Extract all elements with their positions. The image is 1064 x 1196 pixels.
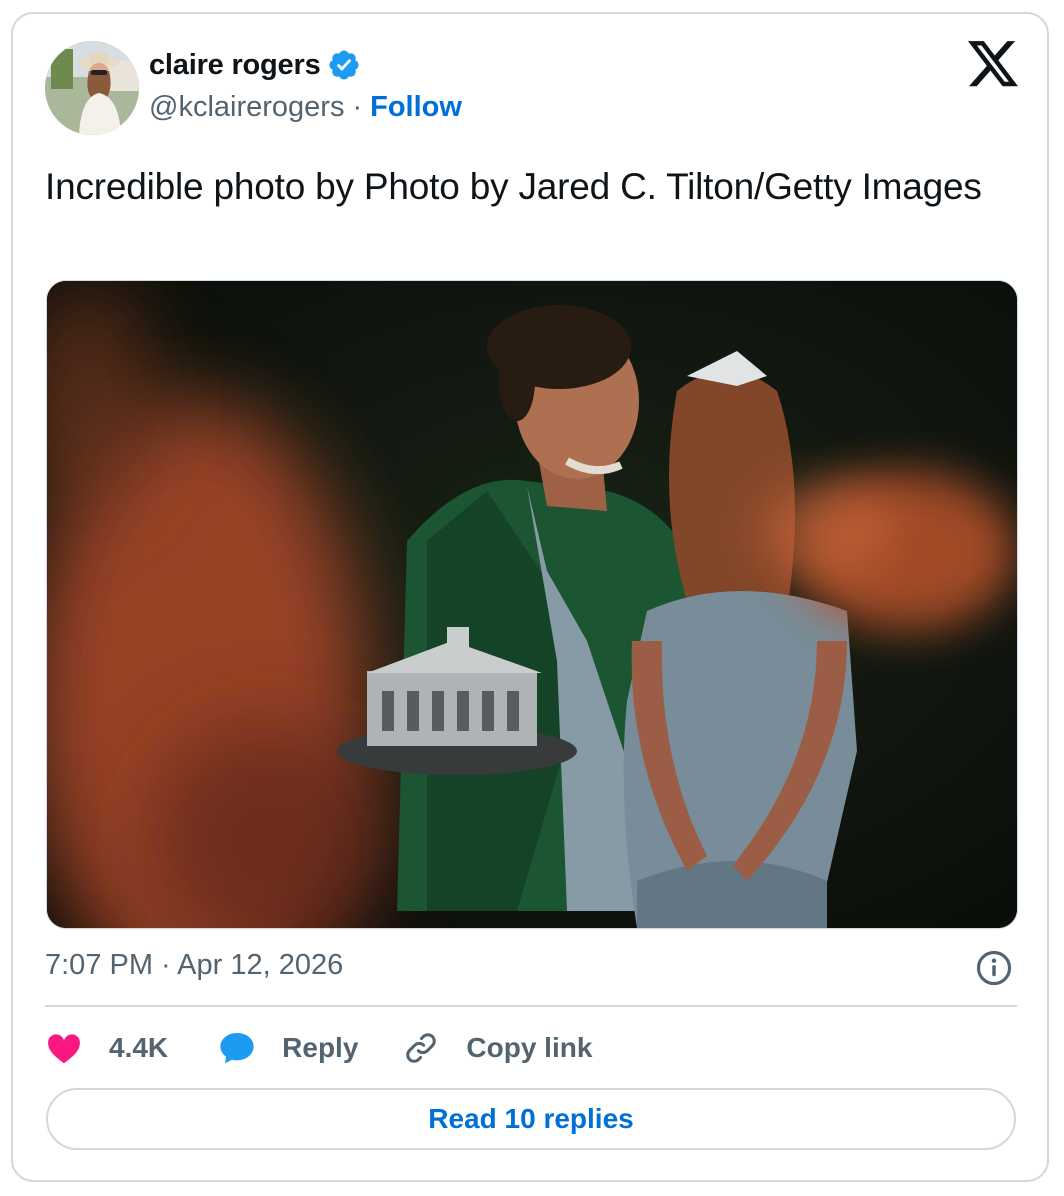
tweet-text: Incredible photo by Photo by Jared C. Ti… xyxy=(45,166,982,207)
reply-label: Reply xyxy=(282,1032,359,1063)
author-name-row: claire rogers xyxy=(149,48,361,82)
link-icon xyxy=(406,1033,437,1063)
info-icon[interactable] xyxy=(975,949,1013,987)
read-replies-label: Read 10 replies xyxy=(428,1103,634,1134)
divider xyxy=(45,1005,1017,1007)
verified-badge-icon xyxy=(328,50,359,80)
author-name[interactable]: claire rogers xyxy=(149,49,321,82)
tweet-timestamp[interactable]: 7:07 PM · Apr 12, 2026 xyxy=(45,949,343,982)
reply-button[interactable]: Reply xyxy=(218,1029,358,1067)
like-count: 4.4K xyxy=(109,1032,169,1063)
like-button[interactable]: 4.4K xyxy=(45,1029,168,1067)
x-logo-icon[interactable] xyxy=(968,41,1018,87)
copy-link-button[interactable]: Copy link xyxy=(402,1029,592,1067)
speech-bubble-icon xyxy=(220,1032,254,1064)
photo-image xyxy=(47,281,1017,928)
action-bar: 4.4K Reply Copy link xyxy=(45,1028,592,1068)
author-handle-row: @kclairerogers · Follow xyxy=(149,91,462,124)
read-replies-button[interactable]: Read 10 replies xyxy=(46,1088,1016,1150)
separator-dot: · xyxy=(352,91,363,123)
tweet-embed-card: claire rogers @kclairerogers · Follow In… xyxy=(11,12,1049,1182)
copy-link-label: Copy link xyxy=(466,1032,593,1063)
heart-icon xyxy=(48,1034,80,1064)
author-handle[interactable]: @kclairerogers xyxy=(149,91,344,124)
avatar[interactable] xyxy=(45,41,139,135)
follow-link[interactable]: Follow xyxy=(370,91,462,124)
tweet-photo[interactable] xyxy=(46,280,1018,929)
